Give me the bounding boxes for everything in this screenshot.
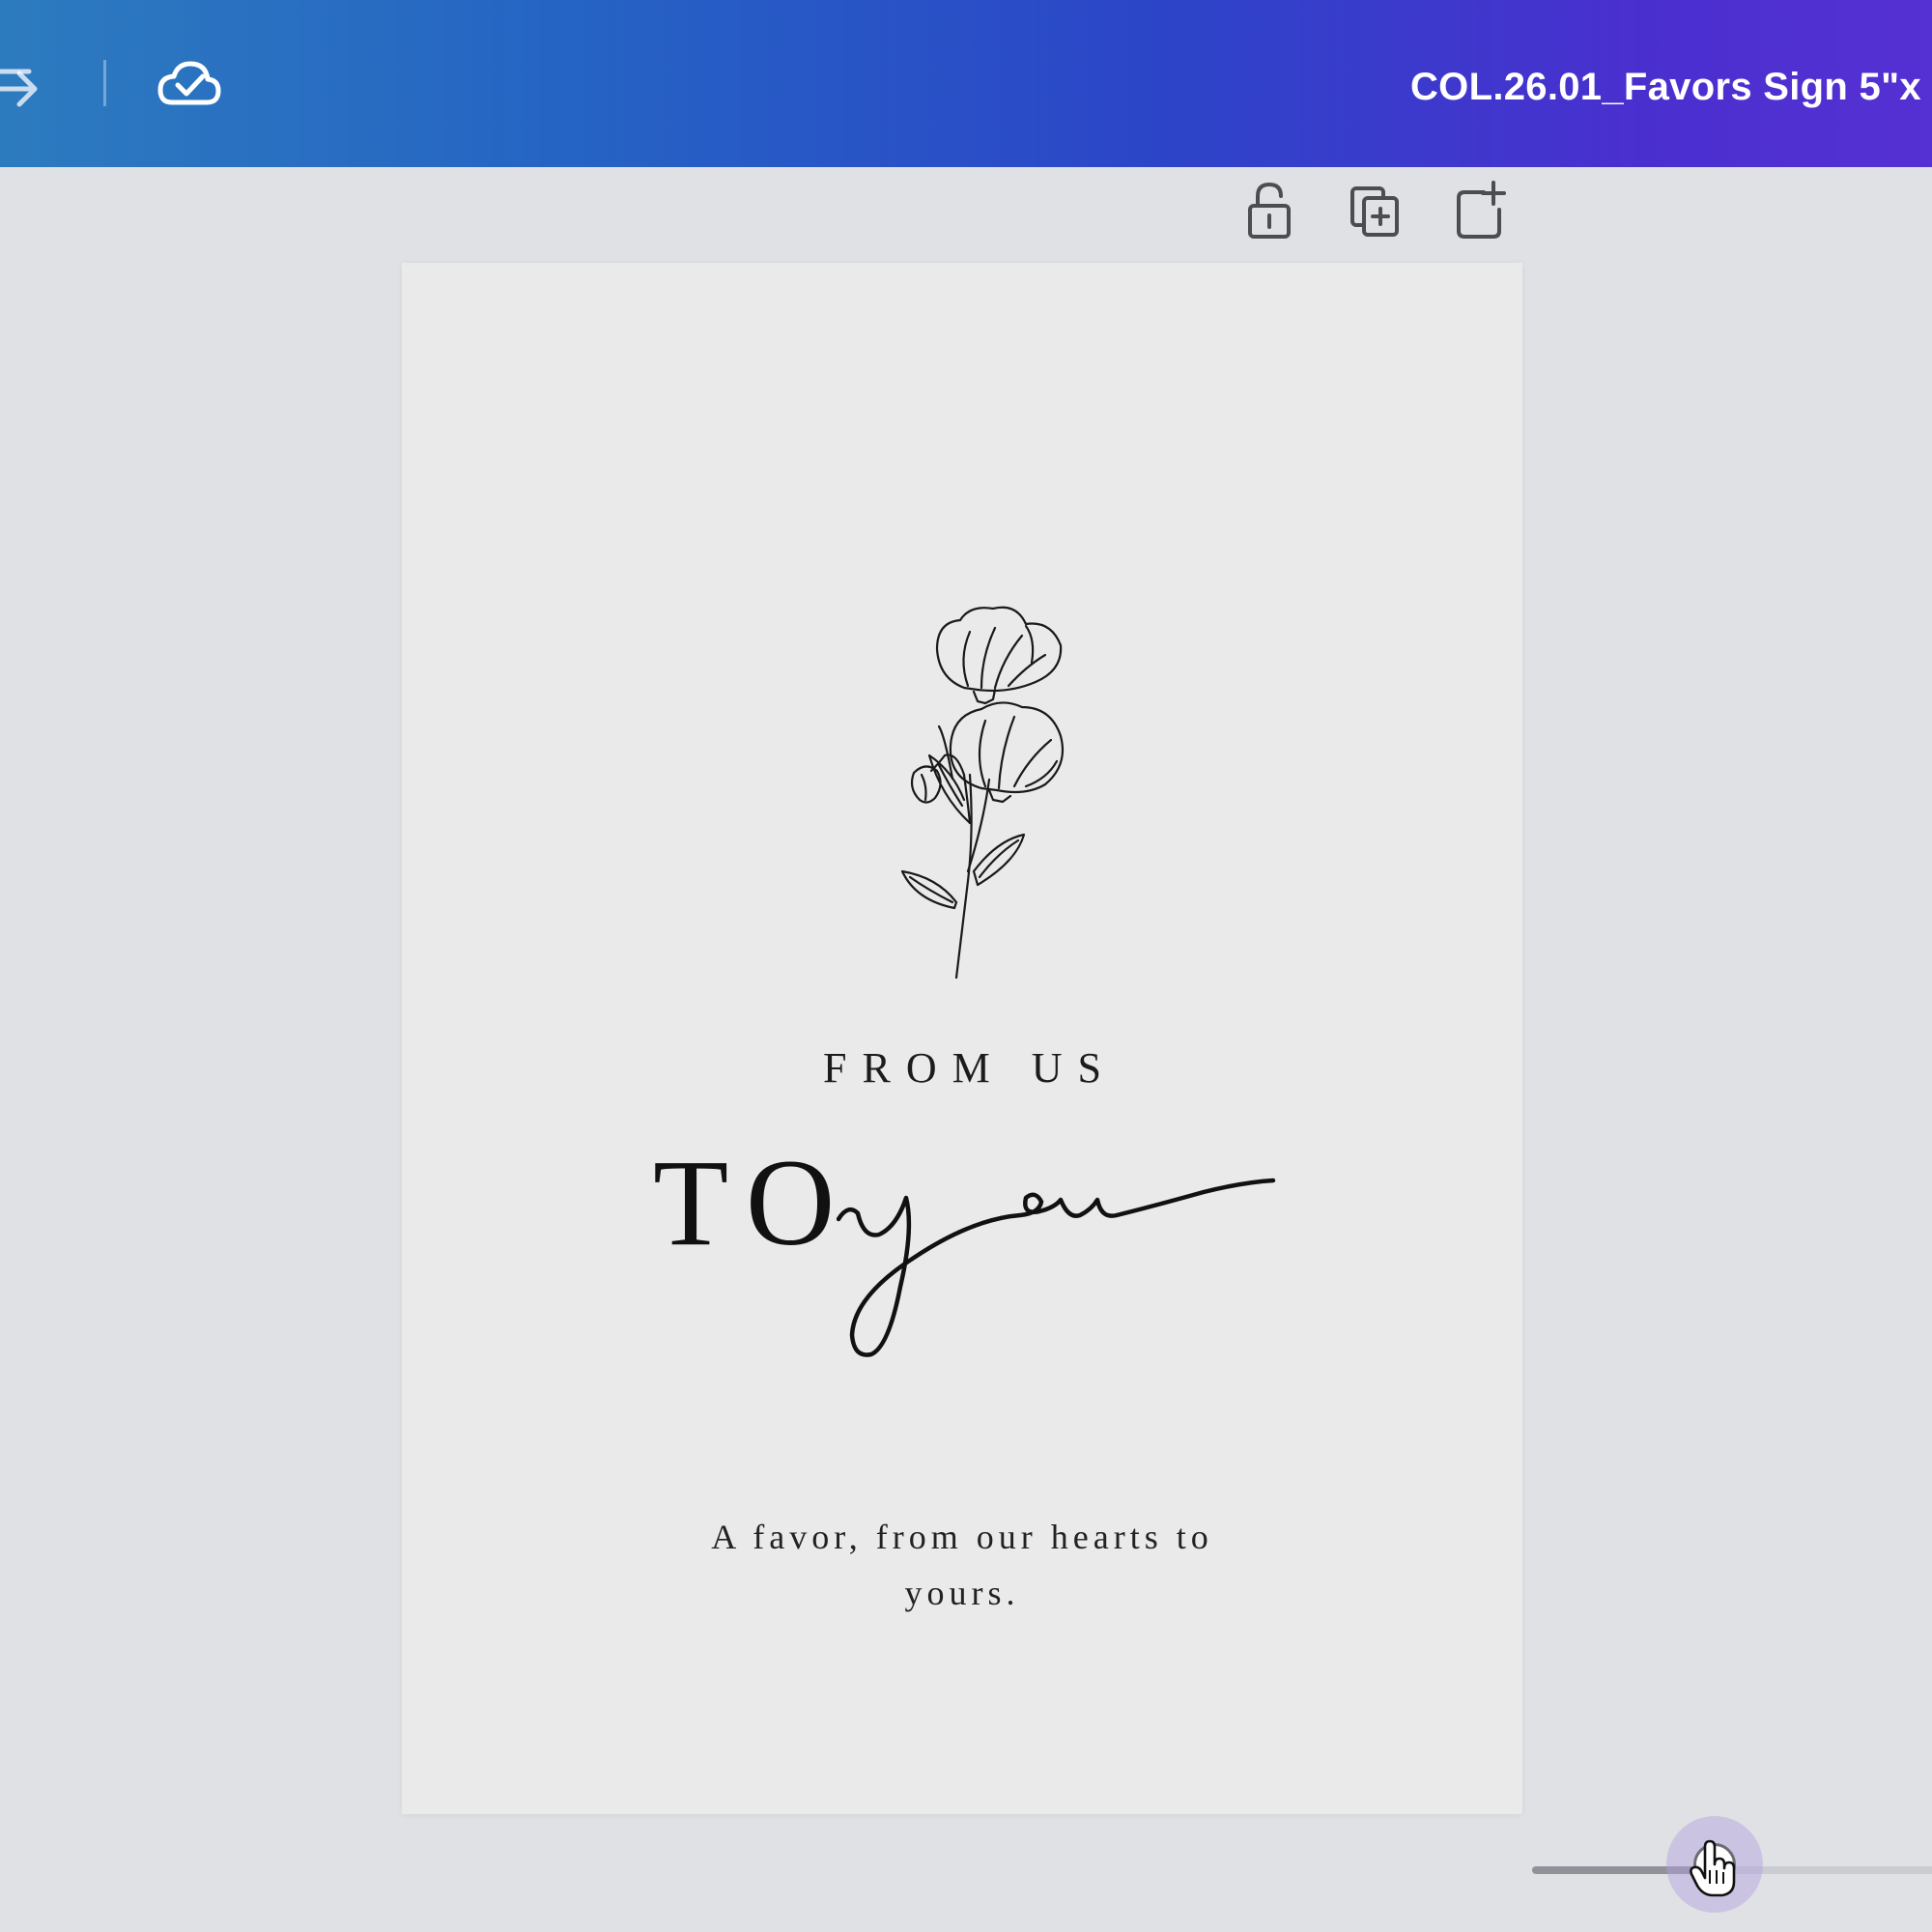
hand-cursor-icon xyxy=(1690,1839,1736,1897)
script-word-you xyxy=(837,1178,1276,1357)
page-toolbar xyxy=(1240,179,1530,246)
heading-serif-part: TO xyxy=(653,1134,855,1271)
document-title[interactable]: COL.26.01_Favors Sign 5"x xyxy=(1410,60,1932,114)
unlock-icon[interactable] xyxy=(1240,179,1298,242)
cloud-check-icon[interactable] xyxy=(155,50,224,116)
add-page-icon[interactable] xyxy=(1451,179,1509,242)
tagline-line-2: yours. xyxy=(904,1574,1020,1612)
design-page[interactable]: FROM US TO A favor, from our hearts to y… xyxy=(402,263,1522,1814)
poppy-flower-illustration[interactable] xyxy=(881,582,1113,987)
zoom-slider-thumb[interactable] xyxy=(1666,1816,1763,1913)
tagline[interactable]: A favor, from our hearts to yours. xyxy=(402,1509,1522,1621)
duplicate-page-icon[interactable] xyxy=(1347,179,1405,242)
editor-header: COL.26.01_Favors Sign 5"x xyxy=(0,0,1932,167)
heading-small[interactable]: FROM US xyxy=(402,1043,1530,1093)
header-divider xyxy=(103,60,106,106)
tagline-line-1: A favor, from our hearts to xyxy=(711,1518,1213,1556)
redo-icon[interactable] xyxy=(0,50,48,118)
